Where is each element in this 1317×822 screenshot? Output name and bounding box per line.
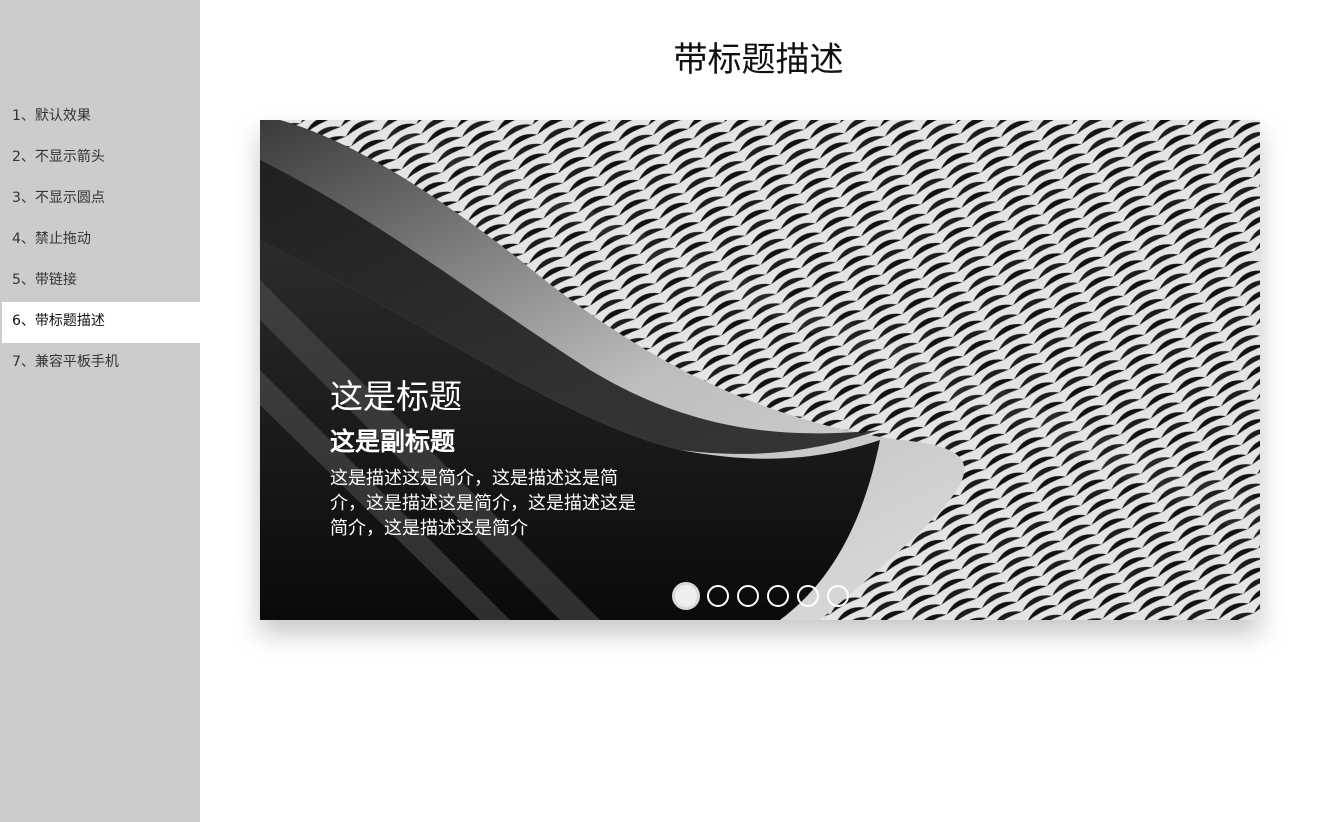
slider-dot-6[interactable] [826,585,849,607]
sidebar: 1、默认效果 2、不显示箭头 3、不显示圆点 4、禁止拖动 5、带链接 6、带标… [0,0,200,822]
slider-dot-1[interactable] [671,582,700,610]
image-slider[interactable]: 这是标题 这是副标题 这是描述这是简介，这是描述这是简介，这是描述这是简介，这是… [260,120,1260,620]
slide-caption: 这是标题 这是副标题 这是描述这是简介，这是描述这是简介，这是描述这是简介，这是… [330,376,650,541]
slider-dot-4[interactable] [766,585,789,607]
sidebar-menu: 1、默认效果 2、不显示箭头 3、不显示圆点 4、禁止拖动 5、带链接 6、带标… [0,97,200,384]
caption-description: 这是描述这是简介，这是描述这是简介，这是描述这是简介，这是描述这是简介，这是描述… [330,468,636,539]
sidebar-item-tablet-mobile[interactable]: 7、兼容平板手机 [0,343,200,384]
slider-dot-2[interactable] [706,585,729,607]
slider-dots [260,582,1260,610]
sidebar-item-no-arrows[interactable]: 2、不显示箭头 [0,138,200,179]
sidebar-item-with-link[interactable]: 5、带链接 [0,261,200,302]
sidebar-item-default-effect[interactable]: 1、默认效果 [0,97,200,138]
page-title: 带标题描述 [673,40,844,80]
slider-dot-5[interactable] [796,585,819,607]
caption-title: 这是标题 [330,377,462,416]
caption-subtitle: 这是副标题 [330,427,456,456]
sidebar-item-with-caption[interactable]: 6、带标题描述 [2,302,200,343]
slide-image [260,120,1260,620]
sidebar-item-no-dots[interactable]: 3、不显示圆点 [0,179,200,220]
sidebar-item-disable-drag[interactable]: 4、禁止拖动 [0,220,200,261]
slider-dot-3[interactable] [736,585,759,607]
